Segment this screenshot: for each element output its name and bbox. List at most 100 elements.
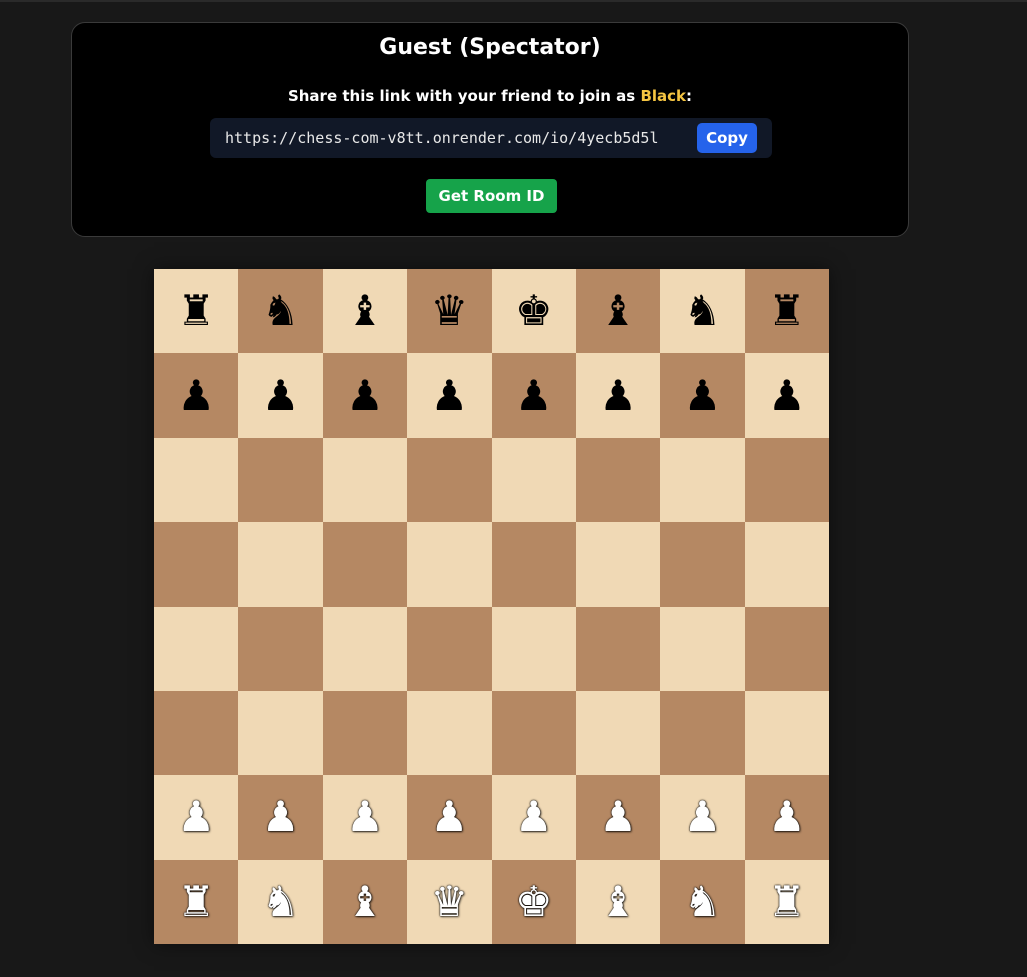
square-a7[interactable]: ♟ xyxy=(154,353,239,438)
black-pawn-icon[interactable]: ♟ xyxy=(430,374,468,417)
black-knight-icon[interactable]: ♞ xyxy=(262,290,300,332)
square-f4[interactable] xyxy=(575,606,661,691)
square-h4[interactable] xyxy=(744,606,829,691)
square-a6[interactable] xyxy=(154,437,239,523)
square-a5[interactable] xyxy=(154,522,239,607)
square-d8[interactable]: ♛ xyxy=(407,269,492,354)
square-h7[interactable]: ♟ xyxy=(744,353,829,438)
white-pawn-icon[interactable]: ♟ xyxy=(346,796,384,838)
black-pawn-icon[interactable]: ♟ xyxy=(684,374,722,417)
white-rook-icon[interactable]: ♜ xyxy=(768,880,806,923)
black-pawn-icon[interactable]: ♟ xyxy=(346,374,384,417)
square-f5[interactable] xyxy=(575,522,661,607)
square-d7[interactable]: ♟ xyxy=(407,353,492,438)
square-a1[interactable]: ♜ xyxy=(154,859,239,944)
square-c4[interactable] xyxy=(322,606,408,691)
square-b6[interactable] xyxy=(238,437,323,523)
square-e8[interactable]: ♚ xyxy=(491,269,576,354)
square-f6[interactable] xyxy=(575,437,661,523)
square-c1[interactable]: ♝ xyxy=(322,859,408,944)
square-a2[interactable]: ♟ xyxy=(154,775,239,860)
square-h1[interactable]: ♜ xyxy=(744,859,829,944)
black-pawn-icon[interactable]: ♟ xyxy=(599,374,637,417)
white-king-icon[interactable]: ♚ xyxy=(515,880,553,923)
square-f1[interactable]: ♝ xyxy=(575,859,661,944)
share-link-text[interactable]: https://chess-com-v8tt.onrender.com/io/4… xyxy=(225,129,658,147)
square-e3[interactable] xyxy=(491,690,576,776)
square-h8[interactable]: ♜ xyxy=(744,269,829,354)
white-pawn-icon[interactable]: ♟ xyxy=(599,796,637,838)
square-g8[interactable]: ♞ xyxy=(660,269,745,354)
square-e1[interactable]: ♚ xyxy=(491,859,576,944)
white-pawn-icon[interactable]: ♟ xyxy=(177,796,215,838)
black-king-icon[interactable]: ♚ xyxy=(515,290,553,332)
square-e5[interactable] xyxy=(491,522,576,607)
white-bishop-icon[interactable]: ♝ xyxy=(599,880,637,923)
black-pawn-icon[interactable]: ♟ xyxy=(262,374,300,417)
white-knight-icon[interactable]: ♞ xyxy=(262,880,300,923)
black-rook-icon[interactable]: ♜ xyxy=(177,290,215,332)
square-g5[interactable] xyxy=(660,522,745,607)
square-h6[interactable] xyxy=(744,437,829,523)
square-d1[interactable]: ♛ xyxy=(407,859,492,944)
white-knight-icon[interactable]: ♞ xyxy=(684,880,722,923)
square-f7[interactable]: ♟ xyxy=(575,353,661,438)
black-bishop-icon[interactable]: ♝ xyxy=(346,290,384,332)
square-c7[interactable]: ♟ xyxy=(322,353,408,438)
square-c5[interactable] xyxy=(322,522,408,607)
square-b1[interactable]: ♞ xyxy=(238,859,323,944)
square-f8[interactable]: ♝ xyxy=(575,269,661,354)
square-d4[interactable] xyxy=(407,606,492,691)
square-d2[interactable]: ♟ xyxy=(407,775,492,860)
square-e6[interactable] xyxy=(491,437,576,523)
white-pawn-icon[interactable]: ♟ xyxy=(684,796,722,838)
square-b8[interactable]: ♞ xyxy=(238,269,323,354)
white-pawn-icon[interactable]: ♟ xyxy=(430,796,468,838)
square-g1[interactable]: ♞ xyxy=(660,859,745,944)
black-pawn-icon[interactable]: ♟ xyxy=(177,374,215,417)
white-pawn-icon[interactable]: ♟ xyxy=(768,796,806,838)
square-e2[interactable]: ♟ xyxy=(491,775,576,860)
black-bishop-icon[interactable]: ♝ xyxy=(599,290,637,332)
square-h5[interactable] xyxy=(744,522,829,607)
square-d3[interactable] xyxy=(407,690,492,776)
square-a3[interactable] xyxy=(154,690,239,776)
white-queen-icon[interactable]: ♛ xyxy=(430,880,468,923)
square-f2[interactable]: ♟ xyxy=(575,775,661,860)
square-h2[interactable]: ♟ xyxy=(744,775,829,860)
black-knight-icon[interactable]: ♞ xyxy=(684,290,722,332)
square-d5[interactable] xyxy=(407,522,492,607)
black-pawn-icon[interactable]: ♟ xyxy=(515,374,553,417)
square-g2[interactable]: ♟ xyxy=(660,775,745,860)
share-color-label: Black xyxy=(640,87,687,105)
square-f3[interactable] xyxy=(575,690,661,776)
square-h3[interactable] xyxy=(744,690,829,776)
square-g6[interactable] xyxy=(660,437,745,523)
square-a8[interactable]: ♜ xyxy=(154,269,239,354)
square-c6[interactable] xyxy=(322,437,408,523)
black-pawn-icon[interactable]: ♟ xyxy=(768,374,806,417)
square-c8[interactable]: ♝ xyxy=(322,269,408,354)
square-e7[interactable]: ♟ xyxy=(491,353,576,438)
square-c3[interactable] xyxy=(322,690,408,776)
square-b4[interactable] xyxy=(238,606,323,691)
square-b7[interactable]: ♟ xyxy=(238,353,323,438)
white-pawn-icon[interactable]: ♟ xyxy=(515,796,553,838)
square-e4[interactable] xyxy=(491,606,576,691)
square-c2[interactable]: ♟ xyxy=(322,775,408,860)
square-g3[interactable] xyxy=(660,690,745,776)
square-g4[interactable] xyxy=(660,606,745,691)
square-b2[interactable]: ♟ xyxy=(238,775,323,860)
square-g7[interactable]: ♟ xyxy=(660,353,745,438)
square-b5[interactable] xyxy=(238,522,323,607)
white-bishop-icon[interactable]: ♝ xyxy=(346,880,384,923)
square-d6[interactable] xyxy=(407,437,492,523)
black-rook-icon[interactable]: ♜ xyxy=(768,290,806,332)
square-a4[interactable] xyxy=(154,606,239,691)
white-rook-icon[interactable]: ♜ xyxy=(177,880,215,923)
black-queen-icon[interactable]: ♛ xyxy=(430,290,468,332)
white-pawn-icon[interactable]: ♟ xyxy=(262,796,300,838)
copy-link-button[interactable]: Copy xyxy=(697,123,757,153)
square-b3[interactable] xyxy=(238,690,323,776)
get-room-id-button[interactable]: Get Room ID xyxy=(426,179,557,213)
